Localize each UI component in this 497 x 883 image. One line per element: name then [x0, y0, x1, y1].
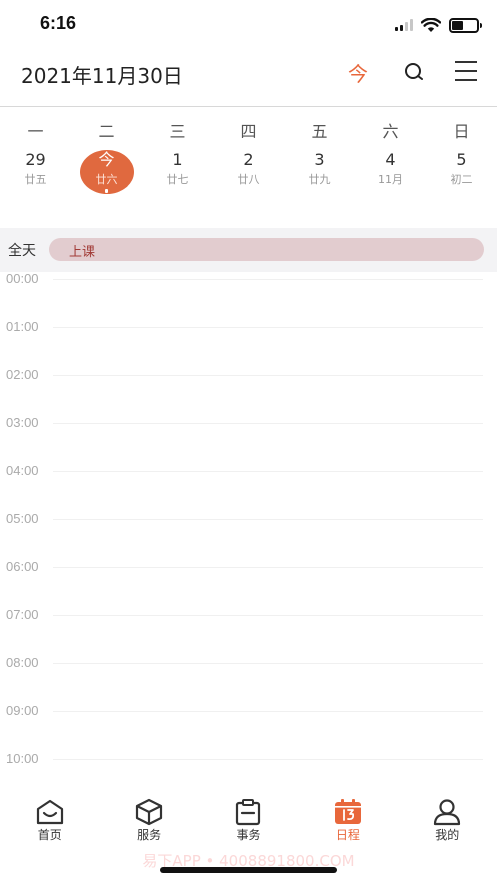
- hour-gridline: [53, 327, 483, 328]
- weekday-label: 四: [240, 122, 257, 141]
- lunar-date: 11月: [378, 173, 403, 186]
- hour-gridline: [53, 615, 483, 616]
- hour-label: 10:00: [6, 751, 39, 766]
- current-date-title[interactable]: 2021年11月30日: [21, 60, 183, 89]
- tab-label: 事务: [236, 828, 261, 842]
- hour-row[interactable]: 07:00: [0, 607, 497, 656]
- tab-services[interactable]: 服务: [99, 790, 198, 848]
- hour-row[interactable]: 04:00: [0, 463, 497, 512]
- day-number: 3: [314, 150, 325, 169]
- wifi-icon: [421, 17, 441, 32]
- all-day-section: 全天 上课: [0, 228, 497, 272]
- person-icon: [434, 799, 461, 826]
- cube-icon: [135, 798, 163, 826]
- event-indicator-dot: [105, 189, 108, 193]
- tab-schedule[interactable]: 日程: [298, 790, 397, 848]
- day-number: 2: [243, 150, 254, 169]
- day-cell[interactable]: 5 初二: [426, 148, 497, 198]
- hour-label: 01:00: [6, 319, 39, 334]
- lunar-date: 廿七: [166, 173, 189, 186]
- lunar-date: 廿九: [308, 173, 331, 186]
- all-day-event[interactable]: 上课: [49, 238, 484, 261]
- hour-label: 05:00: [6, 511, 39, 526]
- tab-profile[interactable]: 我的: [398, 790, 497, 848]
- all-day-label: 全天: [8, 243, 36, 259]
- hour-label: 07:00: [6, 607, 39, 622]
- weekday-labels: 一 二 三 四 五 六 日: [0, 118, 497, 142]
- hour-row[interactable]: 08:00: [0, 655, 497, 704]
- hour-label: 04:00: [6, 463, 39, 478]
- lunar-date: 廿八: [237, 173, 260, 186]
- weekday-label: 二: [98, 122, 115, 141]
- hour-row[interactable]: 06:00: [0, 559, 497, 608]
- day-cell[interactable]: 1 廿七: [142, 148, 213, 198]
- day-number: 4: [385, 150, 396, 169]
- tab-label: 服务: [137, 828, 162, 842]
- hour-label: 00:00: [6, 271, 39, 286]
- weekday-label: 日: [453, 122, 470, 141]
- hour-row[interactable]: 00:00: [0, 271, 497, 320]
- status-time: 6:16: [40, 13, 77, 33]
- lunar-date: 初二: [450, 173, 473, 186]
- home-icon: [36, 799, 63, 825]
- day-cell[interactable]: 29 廿五: [0, 148, 71, 198]
- calendar-icon: [334, 799, 361, 824]
- weekday-label: 五: [311, 122, 328, 141]
- day-timeline[interactable]: 00:00 01:00 02:00 03:00 04:00 05:00 06:0…: [0, 271, 497, 782]
- battery-icon: [449, 17, 482, 33]
- all-day-event-title: 上课: [69, 245, 96, 260]
- week-days: 29 廿五 今 廿六 1 廿七 2 廿八 3 廿九 4 11月 5 初二: [0, 148, 497, 198]
- bottom-tab-bar: 首页 服务 事务 日程 我的: [0, 790, 497, 848]
- day-cell-selected[interactable]: 今 廿六: [71, 148, 142, 198]
- day-cell[interactable]: 3 廿九: [284, 148, 355, 198]
- header-divider: [0, 106, 497, 107]
- hour-gridline: [53, 711, 483, 712]
- hour-gridline: [53, 471, 483, 472]
- calendar-header: 2021年11月30日 今: [0, 48, 497, 106]
- day-cell[interactable]: 4 11月: [355, 148, 426, 198]
- weekday-label: 三: [169, 122, 186, 141]
- hour-row[interactable]: 01:00: [0, 319, 497, 368]
- menu-icon[interactable]: [454, 60, 478, 82]
- hour-row[interactable]: 09:00: [0, 703, 497, 752]
- tab-home[interactable]: 首页: [0, 790, 99, 848]
- weekday-label: 六: [382, 122, 399, 141]
- hour-gridline: [53, 423, 483, 424]
- hour-label: 06:00: [6, 559, 39, 574]
- tab-label: 我的: [435, 828, 460, 842]
- day-number: 5: [456, 150, 467, 169]
- search-icon[interactable]: [402, 60, 426, 84]
- hour-gridline: [53, 519, 483, 520]
- status-icons: [395, 16, 482, 34]
- hour-label: 02:00: [6, 367, 39, 382]
- hour-gridline: [53, 759, 483, 760]
- tab-label: 日程: [335, 828, 360, 842]
- hour-gridline: [53, 663, 483, 664]
- tab-label: 首页: [37, 828, 62, 842]
- hour-label: 03:00: [6, 415, 39, 430]
- status-bar: 6:16: [0, 0, 497, 48]
- weekday-label: 一: [27, 122, 44, 141]
- hour-label: 08:00: [6, 655, 39, 670]
- lunar-date: 廿六: [95, 173, 118, 186]
- day-number: 1: [172, 150, 183, 169]
- hour-gridline: [53, 375, 483, 376]
- cellular-signal-icon: [395, 19, 413, 31]
- lunar-date: 廿五: [24, 173, 47, 186]
- hour-gridline: [53, 567, 483, 568]
- hour-row[interactable]: 02:00: [0, 367, 497, 416]
- clipboard-icon: [236, 799, 261, 826]
- day-number: 今: [98, 150, 115, 169]
- hour-row[interactable]: 03:00: [0, 415, 497, 464]
- day-number: 29: [25, 150, 46, 169]
- day-cell[interactable]: 2 廿八: [213, 148, 284, 198]
- today-button[interactable]: 今: [348, 58, 368, 87]
- hour-row[interactable]: 05:00: [0, 511, 497, 560]
- home-indicator[interactable]: [160, 867, 337, 873]
- tab-affairs[interactable]: 事务: [199, 790, 298, 848]
- hour-label: 09:00: [6, 703, 39, 718]
- hour-gridline: [53, 279, 483, 280]
